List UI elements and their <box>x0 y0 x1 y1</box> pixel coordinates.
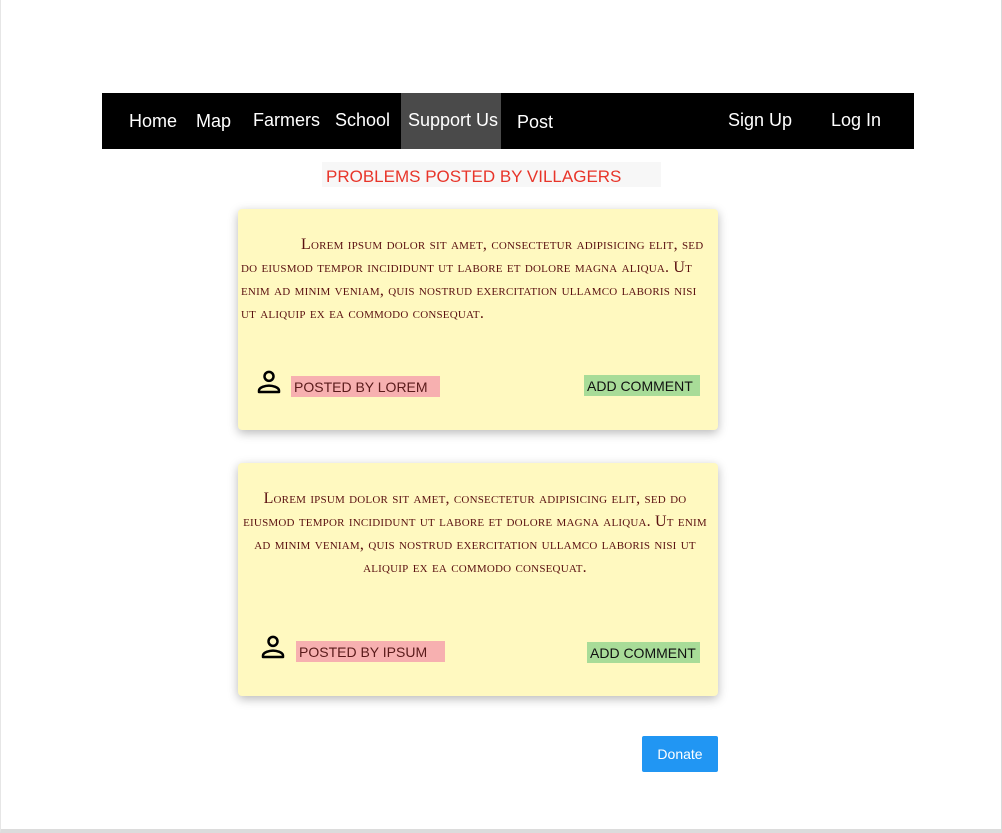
nav-support-us[interactable]: Support Us <box>401 93 501 149</box>
nav-school[interactable]: School <box>335 92 390 148</box>
nav-home[interactable]: Home <box>129 93 177 149</box>
post-card: Lorem ipsum dolor sit amet, consectetur … <box>238 209 718 430</box>
nav-log-in[interactable]: Log In <box>831 92 881 148</box>
post-text: Lorem ipsum dolor sit amet, consectetur … <box>241 236 704 322</box>
post-text: Lorem ipsum dolor sit amet, consectetur … <box>243 490 707 576</box>
posted-by-label: POSTED BY LOREM <box>291 376 440 397</box>
page-frame: Home Map Farmers School Support Us Post … <box>0 0 1002 833</box>
posted-by-label: POSTED BY IPSUM <box>296 641 445 662</box>
nav-farmers[interactable]: Farmers <box>253 92 320 148</box>
person-icon <box>257 370 281 394</box>
page-title: PROBLEMS POSTED BY VILLAGERS <box>322 162 661 187</box>
nav-sign-up[interactable]: Sign Up <box>728 92 792 148</box>
donate-button[interactable]: Donate <box>642 736 718 772</box>
post-card: Lorem ipsum dolor sit amet, consectetur … <box>238 463 718 696</box>
main-navbar: Home Map Farmers School Support Us Post … <box>102 93 914 149</box>
add-comment-button[interactable]: ADD COMMENT <box>587 642 700 663</box>
add-comment-button[interactable]: ADD COMMENT <box>584 375 700 396</box>
person-icon <box>261 635 285 659</box>
nav-map[interactable]: Map <box>196 93 231 149</box>
nav-post[interactable]: Post <box>517 94 553 150</box>
